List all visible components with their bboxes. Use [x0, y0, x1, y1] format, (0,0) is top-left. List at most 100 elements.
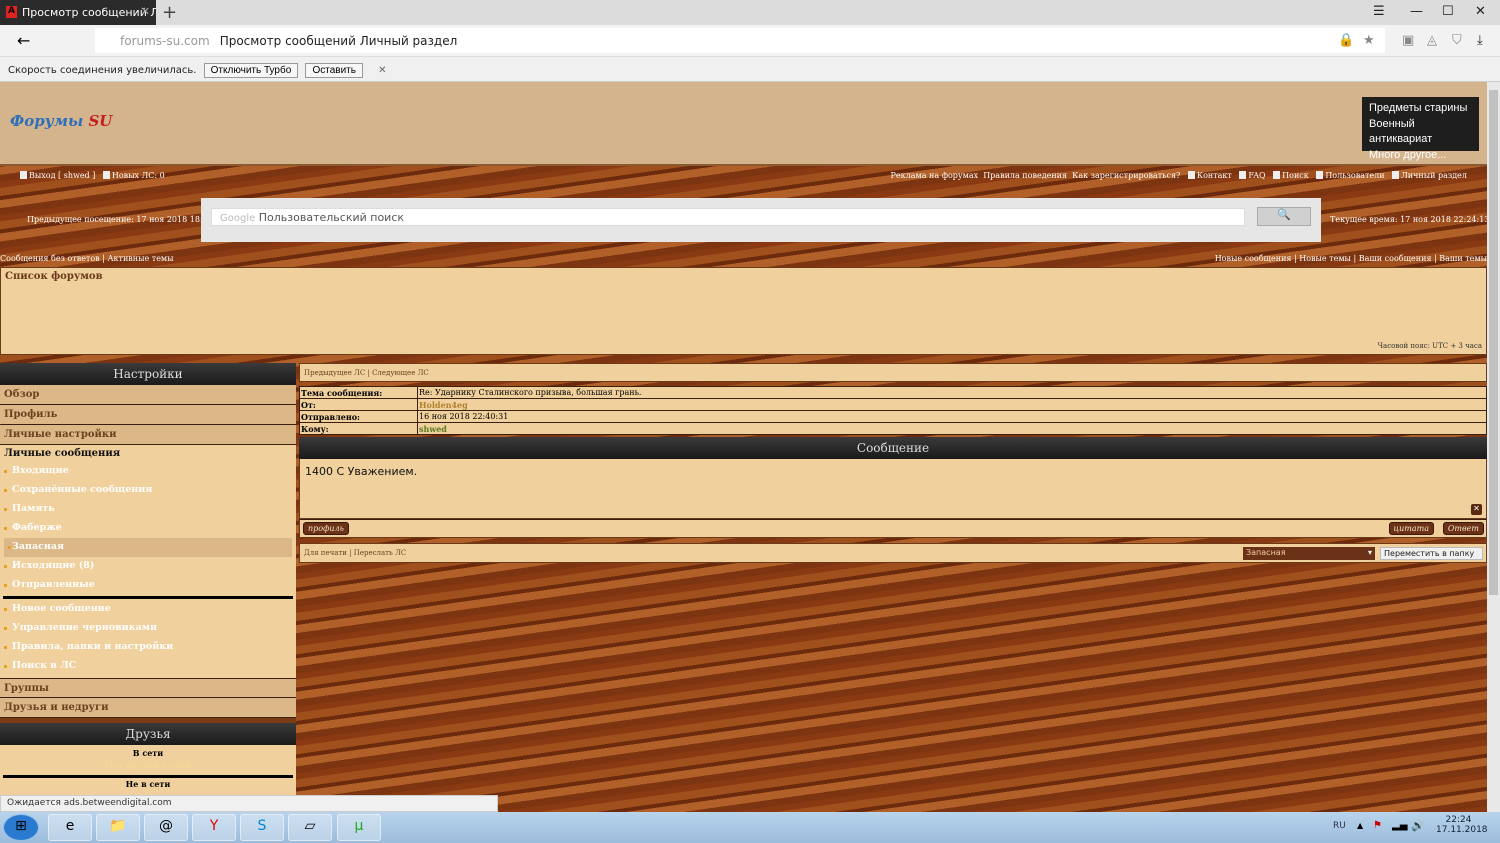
sidebar-title: Настройки [0, 363, 296, 385]
download-icon[interactable]: ⤓ [1477, 33, 1483, 48]
quote-button[interactable]: цитата [1389, 522, 1434, 535]
url-input[interactable]: forums-su.comПросмотр сообщений Личный р… [95, 28, 1385, 53]
sidebar-profile[interactable]: Профиль [0, 405, 296, 425]
mail-icon[interactable]: @ [144, 814, 188, 841]
nav-rules[interactable]: Правила поведения [983, 171, 1067, 180]
clock[interactable]: 22:2417.11.2018 [1436, 815, 1481, 835]
reply-button[interactable]: Ответ [1443, 522, 1484, 535]
adguard-icon[interactable]: ⛉ [1452, 33, 1462, 48]
ad-banner[interactable]: Предметы старины Военный антиквариат Мно… [1362, 97, 1479, 151]
sidebar-groups[interactable]: Группы [0, 678, 296, 698]
language-indicator[interactable]: RU [1333, 821, 1346, 831]
lock-icon[interactable]: 🔒 [1338, 33, 1354, 48]
drafts-link[interactable]: Управление черновиками [0, 619, 296, 638]
next-pm-link[interactable]: Следующее ЛС [372, 369, 429, 377]
volume-icon[interactable]: 🔊 [1411, 819, 1425, 832]
sidebar-pm-title: Личные сообщения [0, 445, 296, 462]
new-posts-link[interactable]: Новые сообщения [1215, 254, 1292, 263]
top-nav-left: Выход [ shwed ] Новых ЛС: 0 [15, 171, 165, 180]
new-pm-link[interactable]: Новых ЛС: 0 [112, 171, 165, 180]
message-body: 1400 С Уважением. ✕ [299, 459, 1487, 519]
explorer-icon[interactable]: 📁 [96, 814, 140, 841]
scrollbar[interactable] [1487, 82, 1500, 812]
subject-value: Re: Ударнику Сталинского призыва, больша… [418, 387, 1487, 399]
search-button[interactable]: 🔍 [1257, 207, 1311, 226]
scrollbar-thumb[interactable] [1489, 90, 1498, 595]
minimize-button[interactable]: — [1410, 4, 1423, 19]
nav-ads[interactable]: Реклама на форумах [891, 171, 979, 180]
back-icon[interactable]: ← [17, 31, 30, 50]
maximize-button[interactable]: ☐ [1442, 4, 1454, 19]
close-notification-icon[interactable]: ✕ [378, 65, 386, 76]
prev-pm-link[interactable]: Предыдущее ЛС [304, 369, 365, 377]
skype-icon[interactable]: S [240, 814, 284, 841]
start-button[interactable]: ⊞ [3, 814, 39, 841]
nav-users[interactable]: Пользователи [1325, 171, 1384, 180]
clock-date: 17.11.2018 [1436, 825, 1481, 835]
close-window-button[interactable]: ✕ [1475, 4, 1486, 19]
nav-register-help[interactable]: Как зарегистрироваться? [1072, 171, 1180, 180]
divider [3, 596, 293, 599]
pm-options-link[interactable]: Правила, папки и настройки [0, 638, 296, 657]
network-icon[interactable]: ▂▄ [1392, 820, 1407, 831]
delete-icon[interactable]: ✕ [1471, 504, 1482, 515]
app-icon[interactable]: ▱ [288, 814, 332, 841]
from-user-link[interactable]: Holden4eg [418, 399, 1487, 411]
site-logo[interactable]: Форумы SU [10, 112, 112, 130]
url-page-title: Просмотр сообщений Личный раздел [220, 34, 458, 48]
print-link[interactable]: Для печати [304, 549, 347, 557]
extension-icon[interactable]: ▣ [1402, 33, 1414, 48]
taskbar: ⊞ e 📁 @ Y S ▱ µ RU ▲ ⚑ ▂▄ 🔊 22:2417.11.2… [0, 812, 1500, 843]
nav-contact[interactable]: Контакт [1197, 171, 1232, 180]
utorrent-icon[interactable]: µ [337, 814, 381, 841]
folder-zapasnaya[interactable]: Запасная [4, 538, 292, 557]
disable-turbo-button[interactable]: Отключить Турбо [204, 63, 299, 78]
pm-search-link[interactable]: Поиск в ЛС [0, 657, 296, 676]
sidebar-overview[interactable]: Обзор [0, 385, 296, 405]
sidebar-prefs[interactable]: Личные настройки [0, 425, 296, 445]
nav-ucp[interactable]: Личный раздел [1401, 171, 1467, 180]
active-topics-link[interactable]: Активные темы [107, 254, 173, 263]
sent-label: Отправлено: [300, 411, 418, 423]
action-center-icon[interactable]: ⚑ [1373, 820, 1382, 831]
browser-tab[interactable]: AПросмотр сообщений Л✕ [0, 0, 156, 25]
folder-select[interactable]: Запасная▾ [1243, 547, 1375, 560]
offline-label: Не в сети [0, 779, 296, 789]
to-label: Кому: [300, 423, 418, 435]
to-user-link[interactable]: shwed [418, 423, 1487, 435]
keep-button[interactable]: Оставить [305, 63, 363, 78]
logout-link[interactable]: Выход [ shwed ] [29, 171, 95, 180]
ad-line: Военный антиквариат [1369, 117, 1472, 148]
nav-search[interactable]: Поиск [1282, 171, 1309, 180]
extension2-icon[interactable]: ◬ [1427, 33, 1437, 48]
new-tab-button[interactable]: + [162, 2, 177, 23]
chevron-down-icon: ▾ [1368, 548, 1372, 557]
new-topics-link[interactable]: Новые темы [1299, 254, 1351, 263]
ie-icon[interactable]: e [48, 814, 92, 841]
folder-memory[interactable]: Память [0, 500, 296, 519]
forward-link[interactable]: Переслать ЛС [354, 549, 407, 557]
sidebar-friends-foes[interactable]: Друзья и недруги [0, 698, 296, 718]
tray-arrow-icon[interactable]: ▲ [1357, 821, 1363, 830]
nav-faq[interactable]: FAQ [1248, 171, 1265, 180]
yandex-browser-icon[interactable]: Y [192, 814, 236, 841]
new-message-link[interactable]: Новое сообщение [0, 600, 296, 619]
move-to-folder-button[interactable]: Переместить в папку [1380, 547, 1483, 560]
ucp-icon [1392, 171, 1399, 179]
profile-button[interactable]: профиль [303, 522, 349, 535]
your-topics-link[interactable]: Ваши темы [1439, 254, 1487, 263]
your-posts-link[interactable]: Ваши сообщения [1359, 254, 1432, 263]
search-input[interactable]: Google Пользовательский поиск [211, 208, 1245, 226]
folder-sent[interactable]: Отправленные [0, 576, 296, 595]
folder-inbox[interactable]: Входящие [0, 462, 296, 481]
folder-outbox[interactable]: Исходящие (8) [0, 557, 296, 576]
folder-faberge[interactable]: Фаберже [0, 519, 296, 538]
menu-icon[interactable]: ☰ [1373, 4, 1385, 19]
star-icon[interactable]: ★ [1363, 33, 1375, 48]
unanswered-link[interactable]: Сообщения без ответов [0, 254, 100, 263]
close-tab-icon[interactable]: ✕ [141, 5, 150, 18]
ad-line: Предметы старины [1369, 101, 1472, 117]
folder-saved[interactable]: Сохранённые сообщения [0, 481, 296, 500]
forum-index-link[interactable]: Список форумов [5, 271, 103, 282]
turbo-notification: Скорость соединения увеличилась. Отключи… [0, 57, 1500, 82]
